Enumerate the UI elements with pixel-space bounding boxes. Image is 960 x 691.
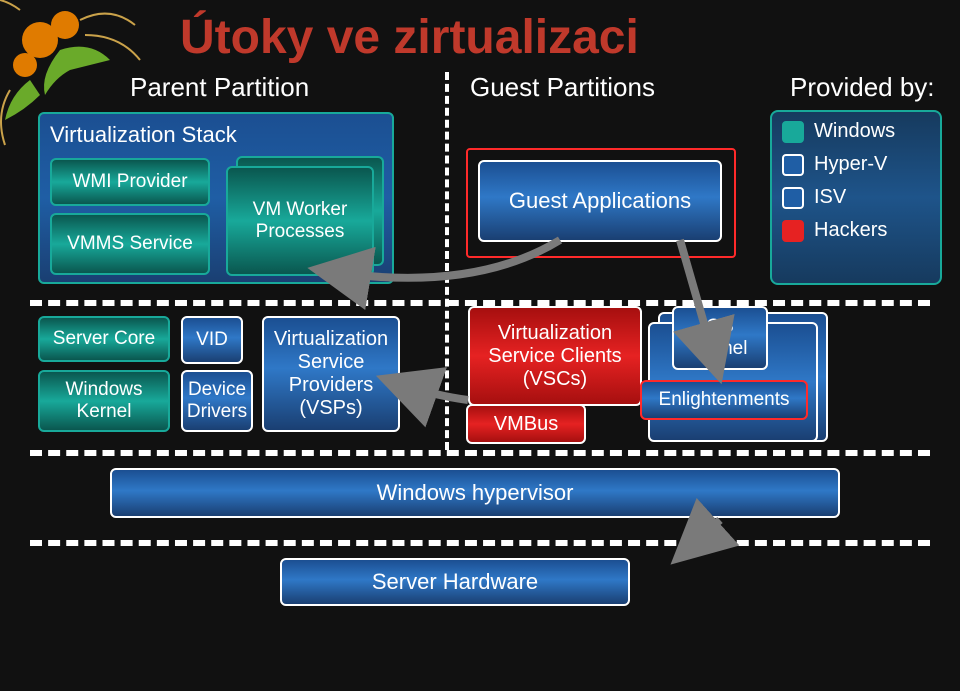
server-core-box: Server Core xyxy=(38,316,170,362)
virtualization-stack-header: Virtualization Stack xyxy=(50,122,237,148)
swatch-windows xyxy=(782,121,804,143)
swatch-hackers xyxy=(782,220,804,242)
legend-hackers: Hackers xyxy=(814,219,887,242)
guest-applications-box: Guest Applications xyxy=(478,160,722,242)
provided-by-legend: Windows Hyper-V ISV Hackers xyxy=(770,110,942,285)
os-kernel-box: OS Kernel xyxy=(672,306,768,370)
vsps-box: Virtualization Service Providers (VSPs) xyxy=(262,316,400,432)
partition-divider xyxy=(445,72,449,450)
windows-kernel-box: Windows Kernel xyxy=(38,370,170,432)
divider-hypervisor-hardware xyxy=(30,540,930,546)
wmi-provider-box: WMI Provider xyxy=(50,158,210,206)
vid-box: VID xyxy=(181,316,243,364)
windows-hypervisor-bar: Windows hypervisor xyxy=(110,468,840,518)
swatch-hyperv xyxy=(782,154,804,176)
vscs-box: Virtualization Service Clients (VSCs) xyxy=(468,306,642,406)
vm-worker-processes-box: VM Worker Processes xyxy=(226,166,374,276)
vmms-service-box: VMMS Service xyxy=(50,213,210,275)
device-drivers-box: Device Drivers xyxy=(181,370,253,432)
legend-isv: ISV xyxy=(814,186,846,209)
enlightenments-box: Enlightenments xyxy=(640,380,808,420)
provided-by-label: Provided by: xyxy=(790,72,935,103)
vmbus-box: VMBus xyxy=(466,404,586,444)
slide-title: Útoky ve zirtualizaci xyxy=(180,10,639,65)
legend-hyperv: Hyper-V xyxy=(814,153,887,176)
swatch-isv xyxy=(782,187,804,209)
guest-partitions-label: Guest Partitions xyxy=(470,72,655,103)
divider-kernel-hypervisor xyxy=(30,450,930,456)
server-hardware-bar: Server Hardware xyxy=(280,558,630,606)
parent-partition-label: Parent Partition xyxy=(130,72,309,103)
legend-windows: Windows xyxy=(814,120,895,143)
